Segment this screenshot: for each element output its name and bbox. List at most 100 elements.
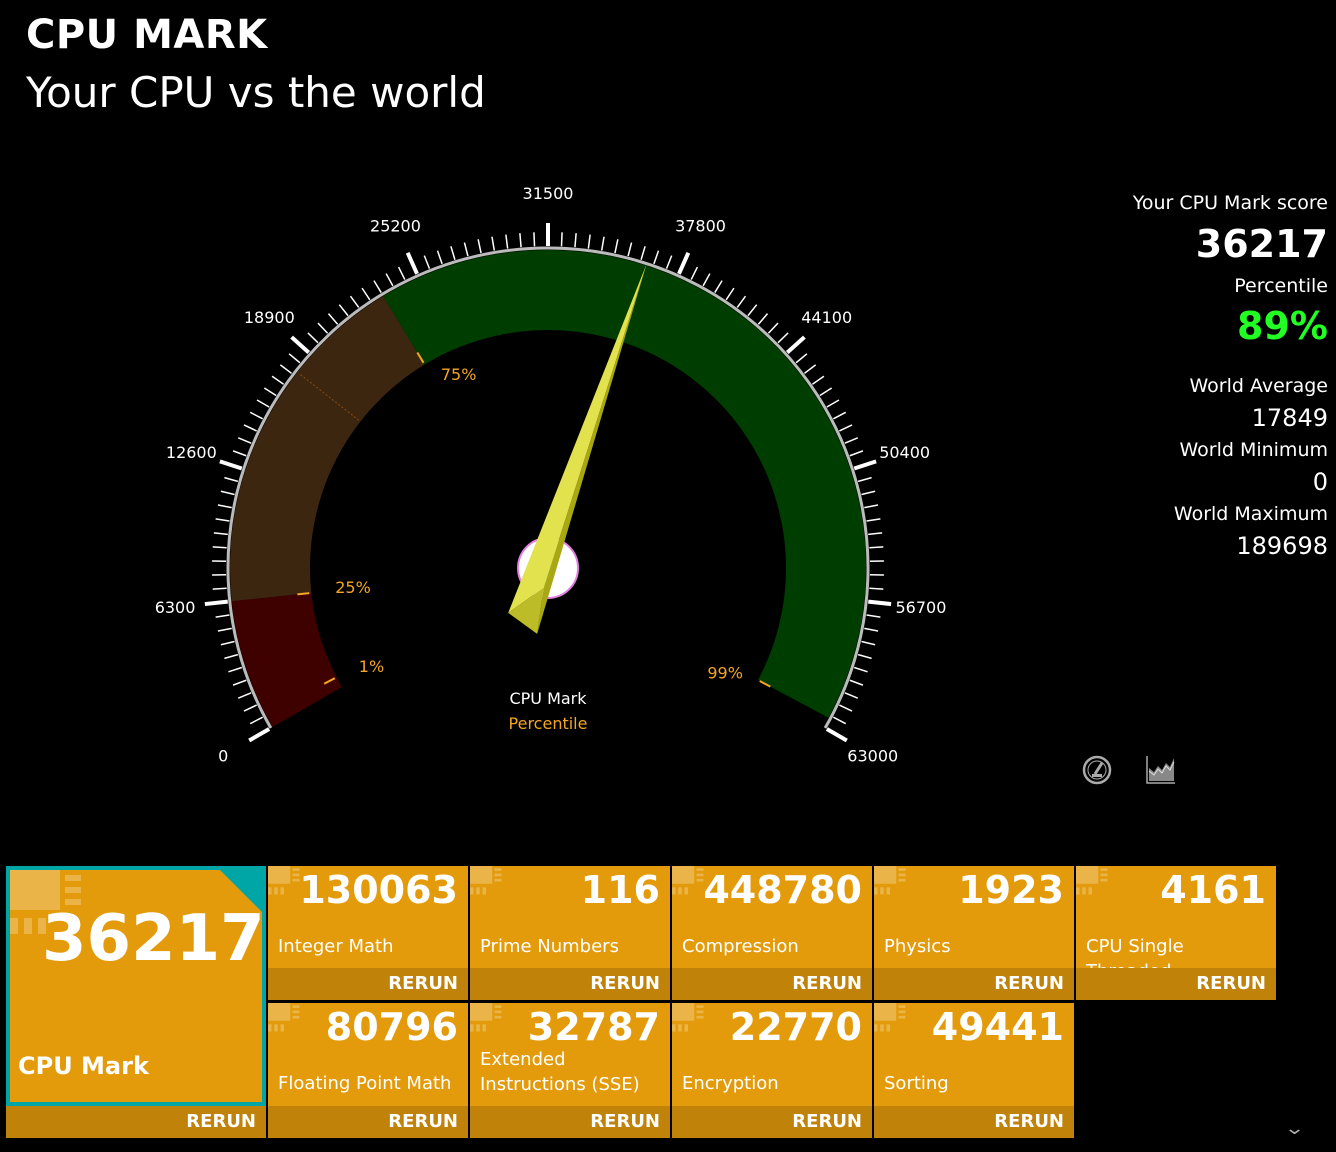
minor-tick bbox=[373, 280, 382, 293]
percentile-label: Percentile bbox=[1234, 275, 1328, 297]
world-minimum-label: World Minimum bbox=[1179, 439, 1328, 461]
minor-tick bbox=[866, 614, 881, 618]
minor-tick bbox=[243, 704, 257, 712]
rerun-button[interactable]: RERUN bbox=[268, 1106, 468, 1138]
minor-tick bbox=[864, 627, 879, 632]
minor-tick bbox=[864, 504, 879, 509]
minor-tick bbox=[307, 332, 319, 344]
tile-label: Sorting bbox=[884, 1073, 949, 1094]
minor-tick bbox=[491, 236, 496, 251]
minor-tick bbox=[237, 437, 252, 444]
chip-icon bbox=[470, 1003, 502, 1032]
benchmark-tile[interactable]: 49441 Sorting RERUN bbox=[874, 1003, 1074, 1138]
benchmark-tile[interactable]: 4161 CPU Single Threaded RERUN bbox=[1076, 866, 1276, 1000]
rerun-button[interactable]: RERUN bbox=[470, 1106, 670, 1138]
percentile-label: 1% bbox=[359, 657, 384, 676]
minor-tick bbox=[271, 375, 285, 385]
percentile-marker bbox=[297, 592, 310, 596]
minor-tick bbox=[317, 322, 329, 334]
world-average-value: 17849 bbox=[1251, 404, 1328, 432]
minor-tick bbox=[844, 692, 859, 699]
tile-label: Encryption bbox=[682, 1073, 779, 1094]
rerun-button[interactable]: RERUN bbox=[6, 1106, 266, 1138]
major-tick bbox=[248, 727, 271, 743]
tick-label: 31500 bbox=[523, 184, 574, 203]
tick-label: 25200 bbox=[370, 216, 421, 235]
benchmark-tile[interactable]: 80796 Floating Point Math RERUN bbox=[268, 1003, 468, 1138]
benchmark-tile[interactable]: 22770 Encryption RERUN bbox=[672, 1003, 872, 1138]
benchmark-tile[interactable]: 116 Prime Numbers RERUN bbox=[470, 866, 670, 1000]
benchmark-tile[interactable]: 1923 Physics RERUN bbox=[874, 866, 1074, 1000]
gauge-band bbox=[230, 296, 425, 602]
area-chart-icon[interactable] bbox=[1145, 754, 1177, 786]
gauge-band bbox=[231, 592, 342, 727]
minor-tick bbox=[560, 232, 563, 247]
minor-tick bbox=[844, 437, 859, 444]
rerun-button[interactable]: RERUN bbox=[268, 968, 468, 1000]
world-average-label: World Average bbox=[1189, 375, 1328, 397]
rerun-button[interactable]: RERUN bbox=[470, 968, 670, 1000]
minor-tick bbox=[861, 640, 876, 646]
minor-tick bbox=[795, 353, 808, 364]
minor-tick bbox=[747, 304, 758, 317]
percentile-value: 89% bbox=[1237, 304, 1328, 348]
minor-tick bbox=[288, 353, 301, 364]
cpu-mark-tile[interactable]: 36217 CPU Mark RERUN bbox=[6, 866, 266, 1138]
minor-tick bbox=[714, 280, 723, 293]
minor-tick bbox=[215, 614, 230, 618]
tile-value: 80796 bbox=[325, 1005, 458, 1049]
minor-tick bbox=[777, 332, 789, 344]
benchmark-tile[interactable]: 32787 Extended Instructions (SSE) RERUN bbox=[470, 1003, 670, 1138]
minor-tick bbox=[349, 295, 360, 308]
minor-tick bbox=[361, 287, 371, 301]
tile-value: 49441 bbox=[931, 1005, 1064, 1049]
world-maximum-value: 189698 bbox=[1236, 532, 1328, 560]
tile-value: 130063 bbox=[299, 868, 458, 912]
minor-tick bbox=[249, 411, 263, 420]
minor-tick bbox=[397, 266, 406, 280]
minor-tick bbox=[811, 375, 825, 385]
tile-label: Physics bbox=[884, 936, 951, 957]
chip-icon bbox=[874, 866, 906, 895]
minor-tick bbox=[217, 627, 232, 632]
minor-tick bbox=[767, 322, 779, 334]
minor-tick bbox=[849, 450, 864, 457]
minor-tick bbox=[702, 273, 711, 287]
chip-icon bbox=[672, 1003, 704, 1032]
rerun-button[interactable]: RERUN bbox=[672, 1106, 872, 1138]
rerun-button[interactable]: RERUN bbox=[874, 1106, 1074, 1138]
center-sublabel: Percentile bbox=[509, 714, 588, 733]
minor-tick bbox=[215, 518, 230, 522]
minor-tick bbox=[866, 518, 881, 522]
tile-label: Extended Instructions (SSE) bbox=[480, 1049, 640, 1095]
major-tick bbox=[868, 599, 892, 607]
major-tick bbox=[825, 727, 848, 743]
cpu-mark-tile-body: 36217 CPU Mark bbox=[6, 866, 266, 1106]
minor-tick bbox=[833, 411, 847, 420]
rerun-button[interactable]: RERUN bbox=[1076, 968, 1276, 1000]
minor-tick bbox=[725, 287, 735, 301]
minor-tick bbox=[854, 666, 868, 673]
minor-tick bbox=[857, 653, 872, 660]
minor-tick bbox=[640, 246, 646, 260]
minor-tick bbox=[600, 236, 605, 251]
minor-tick bbox=[217, 504, 232, 509]
tile-value: 1923 bbox=[958, 868, 1064, 912]
minor-tick bbox=[220, 490, 235, 496]
major-tick bbox=[219, 459, 243, 471]
rerun-button[interactable]: RERUN bbox=[874, 968, 1074, 1000]
minor-tick bbox=[505, 234, 509, 249]
minor-tick bbox=[614, 239, 619, 254]
chevron-down-icon[interactable]: ⌄ bbox=[1284, 1118, 1305, 1139]
minor-tick bbox=[243, 424, 257, 432]
speedometer-icon[interactable] bbox=[1081, 754, 1113, 786]
benchmark-tile[interactable]: 130063 Integer Math RERUN bbox=[268, 866, 468, 1000]
chip-icon bbox=[470, 866, 502, 895]
tick-label: 0 bbox=[218, 747, 228, 766]
center-label: CPU Mark bbox=[509, 689, 587, 708]
rerun-button[interactable]: RERUN bbox=[672, 968, 872, 1000]
minor-tick bbox=[869, 546, 884, 549]
minor-tick bbox=[279, 364, 292, 374]
benchmark-tile[interactable]: 448780 Compression RERUN bbox=[672, 866, 872, 1000]
minor-tick bbox=[327, 313, 339, 325]
